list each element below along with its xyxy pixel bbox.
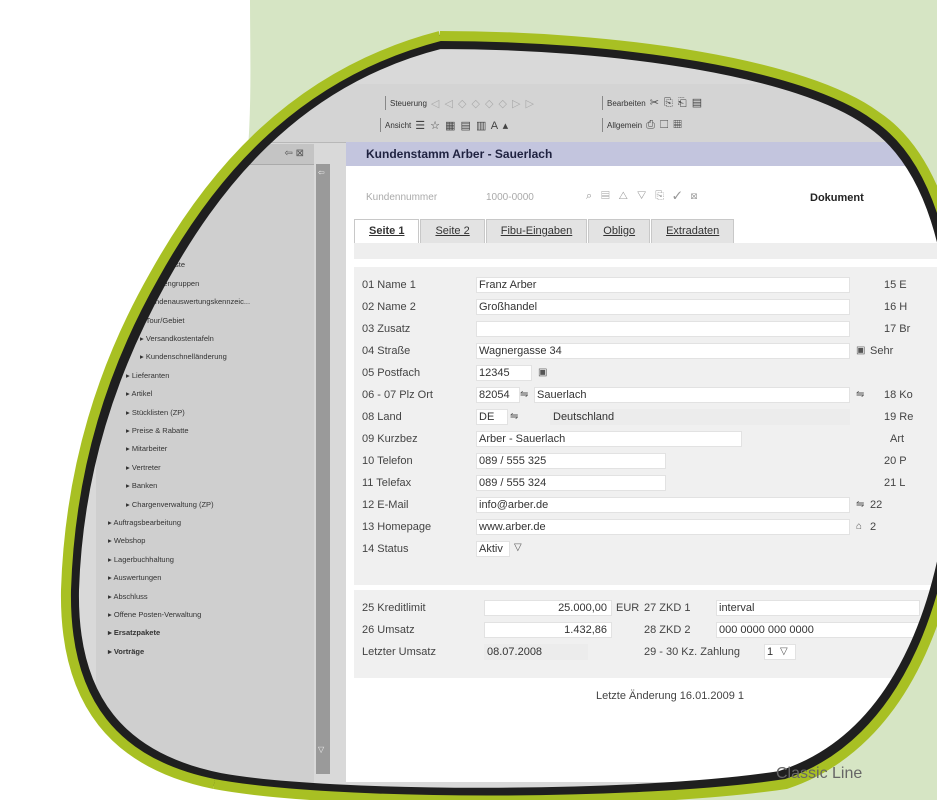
lens-frame: [60, 31, 937, 800]
caption: Classic Line: [776, 765, 863, 782]
